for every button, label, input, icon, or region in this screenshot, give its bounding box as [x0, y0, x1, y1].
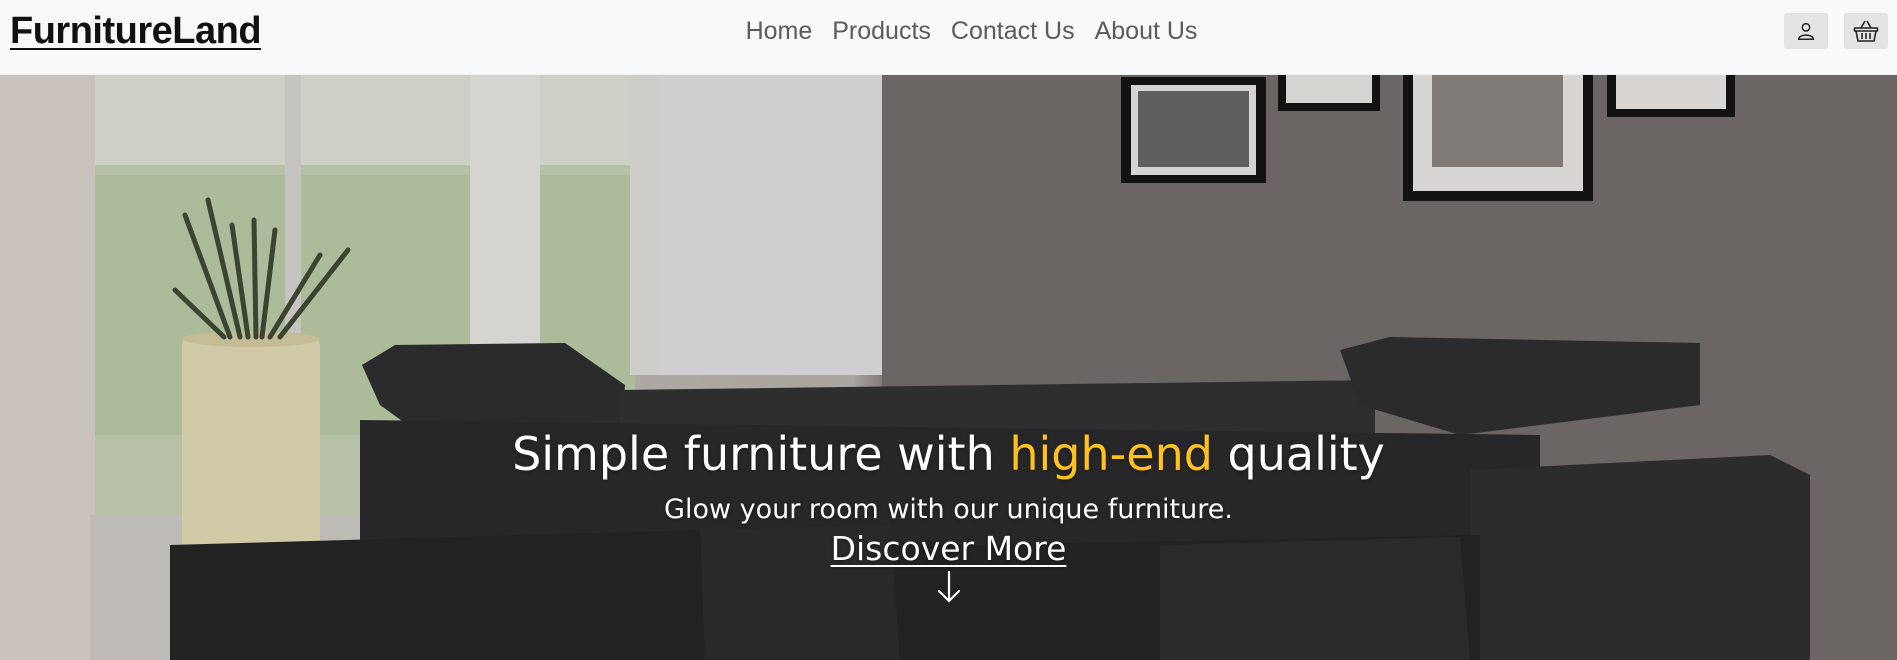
nav-icons [1784, 13, 1888, 49]
discover-more-link[interactable]: Discover More [831, 529, 1067, 568]
nav-link-home[interactable]: Home [746, 17, 813, 46]
nav-link-about[interactable]: About Us [1095, 17, 1198, 46]
headline-start: Simple furniture with [512, 427, 995, 481]
headline-end: quality [1227, 427, 1385, 481]
nav-links: Home Products Contact Us About Us [0, 17, 1897, 46]
user-icon [1797, 22, 1815, 40]
hero-content: Simple furniture with high-end quality G… [0, 429, 1897, 604]
nav-link-products[interactable]: Products [832, 17, 931, 46]
hero-banner: Simple furniture with high-end quality G… [0, 75, 1897, 660]
basket-icon [1853, 20, 1879, 42]
account-button[interactable] [1784, 13, 1828, 49]
hero-subtitle: Glow your room with our unique furniture… [664, 493, 1233, 525]
hero-headline: Simple furniture with high-end quality [0, 429, 1897, 480]
arrow-down-icon[interactable] [936, 570, 962, 604]
nav-link-contact[interactable]: Contact Us [951, 17, 1075, 46]
cart-button[interactable] [1844, 13, 1888, 49]
headline-accent: high-end [1009, 427, 1213, 481]
navbar: FurnitureLand Home Products Contact Us A… [0, 0, 1897, 75]
